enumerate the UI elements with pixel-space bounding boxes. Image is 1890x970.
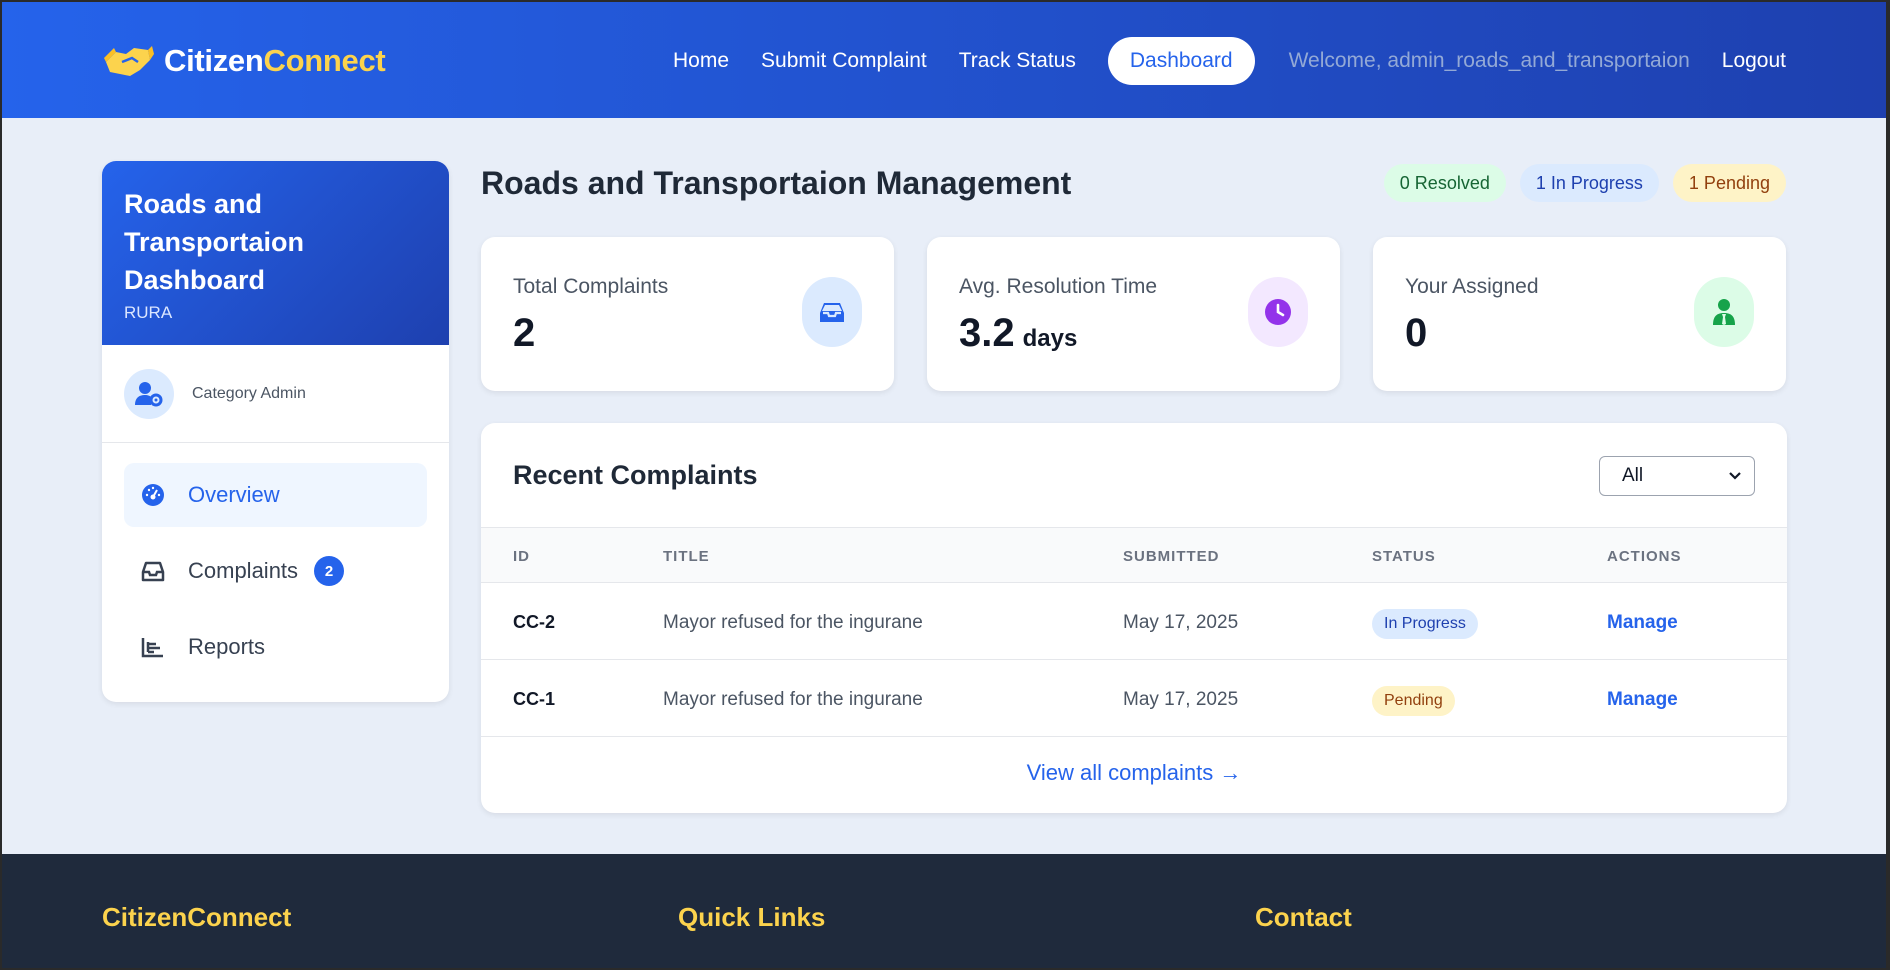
sidebar-item-reports[interactable]: Reports	[124, 615, 427, 679]
nav-submit-complaint-link[interactable]: Submit Complaint	[761, 49, 927, 73]
column-header-id: ID	[513, 548, 530, 565]
sidebar-org: RURA	[124, 303, 173, 322]
page-title: Roads and Transportaion Management	[481, 165, 1072, 201]
footer-quick-links-heading: Quick Links	[678, 902, 826, 932]
status-filter-select[interactable]: All	[1599, 456, 1755, 496]
table-row: CC-1 Mayor refused for the ingurane May …	[481, 660, 1787, 737]
complaints-count-badge: 2	[314, 556, 345, 586]
avatar	[124, 368, 174, 419]
handshake-icon	[104, 46, 154, 76]
inbox-icon	[140, 558, 166, 584]
sidebar-title: Roads and Transportaion Dashboard	[124, 189, 305, 295]
complaint-id: CC-2	[513, 612, 556, 632]
sidebar-item-complaints[interactable]: Complaints 2	[124, 539, 427, 603]
welcome-text: Welcome, admin_roads_and_transportaion	[1288, 49, 1690, 72]
complaints-table: ID TITLE SUBMITTED STATUS ACTIONS CC-2 M…	[481, 527, 1787, 737]
stat-label: Your Assigned	[1405, 275, 1539, 298]
status-badge: Pending	[1372, 686, 1455, 716]
logout-link[interactable]: Logout	[1722, 49, 1786, 73]
inbox-icon	[802, 277, 862, 347]
brand-logo[interactable]: CitizenConnect	[102, 40, 386, 82]
sidebar-item-label: Reports	[188, 634, 266, 659]
footer-brand: CitizenConnect	[102, 902, 292, 932]
user-role: Category Admin	[192, 384, 306, 402]
complaint-submitted: May 17, 2025	[1123, 689, 1239, 710]
sidebar-header: Roads and Transportaion Dashboard RURA	[102, 161, 449, 345]
brand-name: CitizenConnect	[164, 43, 386, 78]
sidebar-menu: Overview Complaints 2 Reports	[102, 443, 449, 702]
nav-dashboard-link[interactable]: Dashboard	[1107, 37, 1255, 85]
recent-complaints-card: Recent Complaints All ID TITLE SUBMITTED…	[481, 423, 1787, 813]
footer: CitizenConnect Quick Links Contact	[2, 854, 1886, 968]
complaint-title: Mayor refused for the ingurane	[663, 612, 923, 633]
nav-links: Home Submit Complaint Track Status Dashb…	[641, 36, 1786, 86]
footer-contact-heading: Contact	[1255, 902, 1352, 932]
view-all-complaints-link[interactable]: View all complaints →	[481, 760, 1787, 786]
sidebar: Roads and Transportaion Dashboard RURA C…	[102, 161, 449, 702]
stat-value: 3.2 days	[959, 311, 1078, 355]
stat-card-your-assigned: Your Assigned 0	[1373, 237, 1786, 391]
top-navbar: CitizenConnect Home Submit Complaint Tra…	[2, 2, 1886, 118]
stat-card-total-complaints: Total Complaints 2	[481, 237, 894, 391]
stat-card-avg-resolution: Avg. Resolution Time 3.2 days	[927, 237, 1340, 391]
pending-pill: 1 Pending	[1672, 164, 1786, 202]
stat-value: 0	[1405, 311, 1428, 355]
status-badge: In Progress	[1372, 609, 1478, 639]
stat-label: Total Complaints	[513, 275, 669, 298]
nav-home-link[interactable]: Home	[673, 49, 729, 73]
gauge-icon	[140, 482, 166, 508]
status-summary: 0 Resolved 1 In Progress 1 Pending	[1370, 164, 1786, 202]
sidebar-item-label: Overview	[188, 482, 280, 507]
in-progress-pill: 1 In Progress	[1519, 164, 1659, 202]
chevron-down-icon	[1729, 472, 1741, 480]
column-header-submitted: SUBMITTED	[1123, 548, 1220, 565]
chart-icon	[140, 634, 166, 660]
user-info: Category Admin	[102, 345, 449, 443]
app-frame: CitizenConnect Home Submit Complaint Tra…	[0, 0, 1890, 970]
column-header-actions: ACTIONS	[1607, 548, 1682, 565]
stat-value: 2	[513, 311, 536, 355]
manage-link[interactable]: Manage	[1607, 612, 1678, 634]
sidebar-item-label: Complaints	[188, 558, 299, 583]
filter-value: All	[1622, 465, 1644, 486]
clock-icon	[1248, 277, 1308, 347]
table-row: CC-2 Mayor refused for the ingurane May …	[481, 583, 1787, 660]
manage-link[interactable]: Manage	[1607, 689, 1678, 711]
column-header-title: TITLE	[663, 548, 710, 565]
complaint-id: CC-1	[513, 689, 556, 709]
table-header: ID TITLE SUBMITTED STATUS ACTIONS	[481, 527, 1787, 583]
sidebar-item-overview[interactable]: Overview	[124, 463, 427, 527]
complaint-submitted: May 17, 2025	[1123, 612, 1239, 633]
column-header-status: STATUS	[1372, 548, 1436, 565]
complaint-title: Mayor refused for the ingurane	[663, 689, 923, 710]
recent-complaints-title: Recent Complaints	[513, 460, 758, 490]
stat-label: Avg. Resolution Time	[959, 275, 1158, 298]
user-tie-icon	[1694, 277, 1754, 347]
user-cog-icon	[135, 381, 163, 406]
resolved-pill: 0 Resolved	[1383, 164, 1506, 202]
nav-track-status-link[interactable]: Track Status	[959, 49, 1076, 73]
